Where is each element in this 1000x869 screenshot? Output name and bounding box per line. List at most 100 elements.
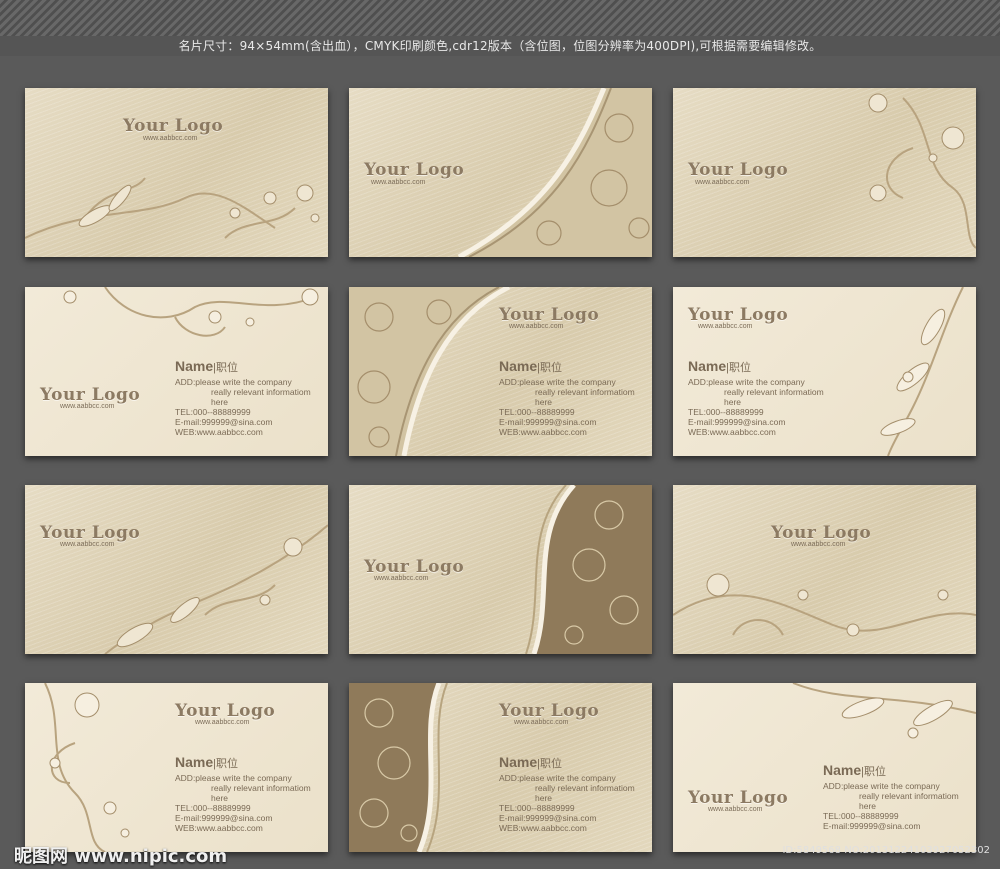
address-line3: here (535, 793, 553, 803)
contact-block: Name|职位 ADD:please write the company rea… (175, 357, 311, 437)
position-label: |职位 (861, 766, 886, 778)
position-label: |职位 (537, 758, 562, 770)
name-line: Name|职位 (499, 357, 635, 377)
address-line1: ADD:please write the company (499, 773, 616, 783)
card-9[interactable]: Your Logo www.aabbcc.com (673, 485, 976, 654)
contact-block: Name|职位 ADD:please write the company rea… (499, 357, 635, 437)
decorative-top-band (0, 0, 1000, 36)
web-line: WEB:www.aabbcc.com (499, 823, 587, 833)
logo: Your Logo (688, 788, 789, 808)
tel-line: TEL:000--88889999 (499, 407, 575, 417)
position-label: |职位 (537, 362, 562, 374)
web-line: WEB:www.aabbcc.com (175, 823, 263, 833)
floral-ornament (673, 573, 976, 637)
website: www.aabbcc.com (708, 806, 763, 813)
address-line2: really relevant informatiom (535, 783, 635, 793)
email-line: E-mail:999999@sina.com (499, 417, 597, 427)
website: www.aabbcc.com (695, 179, 750, 186)
website: www.aabbcc.com (143, 135, 198, 142)
address-line3: here (211, 793, 229, 803)
address-line2: really relevant informatiom (211, 387, 311, 397)
floral-ornament (104, 524, 328, 654)
website: www.aabbcc.com (60, 403, 115, 410)
card-1[interactable]: Your Logo www.aabbcc.com (25, 88, 328, 257)
name-line: Name|职位 (688, 357, 824, 377)
address-line2: really relevant informatiom (724, 387, 824, 397)
address-line1: ADD:please write the company (823, 781, 940, 791)
name-line: Name|职位 (175, 357, 311, 377)
contact-block: Name|职位 ADD:please write the company rea… (499, 753, 635, 833)
tel-line: TEL:000--88889999 (823, 811, 899, 821)
card-5[interactable]: Your Logo www.aabbcc.com Name|职位 ADD:ple… (349, 287, 652, 456)
logo: Your Logo (499, 305, 600, 325)
image-id-watermark: ID:5849568 NO:20131224103927052302 (782, 845, 990, 856)
web-line: WEB:www.aabbcc.com (688, 427, 776, 437)
tel-line: TEL:000--88889999 (499, 803, 575, 813)
website: www.aabbcc.com (371, 179, 426, 186)
contact-block: Name|职位 ADD:please write the company rea… (175, 753, 311, 833)
address-line3: here (535, 397, 553, 407)
website: www.aabbcc.com (509, 323, 564, 330)
logo: Your Logo (175, 701, 276, 721)
web-line: WEB:www.aabbcc.com (175, 427, 263, 437)
logo: Your Logo (40, 385, 141, 405)
logo: Your Logo (364, 557, 465, 577)
name-line: Name|职位 (499, 753, 635, 773)
email-line: E-mail:999999@sina.com (688, 417, 786, 427)
email-line: E-mail:999999@sina.com (175, 813, 273, 823)
address-line1: ADD:please write the company (175, 377, 292, 387)
website: www.aabbcc.com (195, 719, 250, 726)
tel-line: TEL:000--88889999 (175, 803, 251, 813)
name-label: Name (499, 358, 538, 374)
address-line1: ADD:please write the company (499, 377, 616, 387)
address-line3: here (859, 801, 877, 811)
card-6[interactable]: Your Logo www.aabbcc.com Name|职位 ADD:ple… (673, 287, 976, 456)
name-label: Name (175, 754, 214, 770)
email-line: E-mail:999999@sina.com (499, 813, 597, 823)
name-label: Name (175, 358, 214, 374)
position-label: |职位 (213, 758, 238, 770)
card-8[interactable]: Your Logo www.aabbcc.com (349, 485, 652, 654)
logo: Your Logo (123, 116, 224, 136)
logo: Your Logo (688, 160, 789, 180)
logo: Your Logo (364, 160, 465, 180)
card-12[interactable]: Your Logo www.aabbcc.com Name|职位 ADD:ple… (673, 683, 976, 852)
card-11[interactable]: Your Logo www.aabbcc.com Name|职位 ADD:ple… (349, 683, 652, 852)
tel-line: TEL:000--88889999 (688, 407, 764, 417)
card-10[interactable]: Your Logo www.aabbcc.com Name|职位 ADD:ple… (25, 683, 328, 852)
logo: Your Logo (771, 523, 872, 543)
floral-ornament (25, 177, 320, 239)
contact-block: Name|职位 ADD:please write the company rea… (823, 761, 959, 831)
web-line: WEB:www.aabbcc.com (499, 427, 587, 437)
website: www.aabbcc.com (60, 541, 115, 548)
website: www.aabbcc.com (791, 541, 846, 548)
website: www.aabbcc.com (698, 323, 753, 330)
contact-block: Name|职位 ADD:please write the company rea… (688, 357, 824, 437)
address-line1: ADD:please write the company (688, 377, 805, 387)
name-line: Name|职位 (175, 753, 311, 773)
spec-caption: 名片尺寸：94×54mm(含出血），CMYK印刷颜色,cdr12版本（含位图，位… (0, 36, 1000, 56)
email-line: E-mail:999999@sina.com (823, 821, 921, 831)
card-4[interactable]: Your Logo www.aabbcc.com Name|职位 ADD:ple… (25, 287, 328, 456)
position-label: |职位 (726, 362, 751, 374)
position-label: |职位 (213, 362, 238, 374)
name-label: Name (823, 762, 862, 778)
name-line: Name|职位 (823, 761, 959, 781)
email-line: E-mail:999999@sina.com (175, 417, 273, 427)
address-line2: really relevant informatiom (535, 387, 635, 397)
tel-line: TEL:000--88889999 (175, 407, 251, 417)
card-2[interactable]: Your Logo www.aabbcc.com (349, 88, 652, 257)
website: www.aabbcc.com (514, 719, 569, 726)
website: www.aabbcc.com (374, 575, 429, 582)
address-line3: here (211, 397, 229, 407)
address-line3: here (724, 397, 742, 407)
card-7[interactable]: Your Logo www.aabbcc.com (25, 485, 328, 654)
name-label: Name (688, 358, 727, 374)
logo: Your Logo (499, 701, 600, 721)
logo: Your Logo (688, 305, 789, 325)
card-3[interactable]: Your Logo www.aabbcc.com (673, 88, 976, 257)
site-watermark: 昵图网 www.nipic.com (14, 846, 228, 867)
address-line1: ADD:please write the company (175, 773, 292, 783)
address-line2: really relevant informatiom (211, 783, 311, 793)
address-line2: really relevant informatiom (859, 791, 959, 801)
